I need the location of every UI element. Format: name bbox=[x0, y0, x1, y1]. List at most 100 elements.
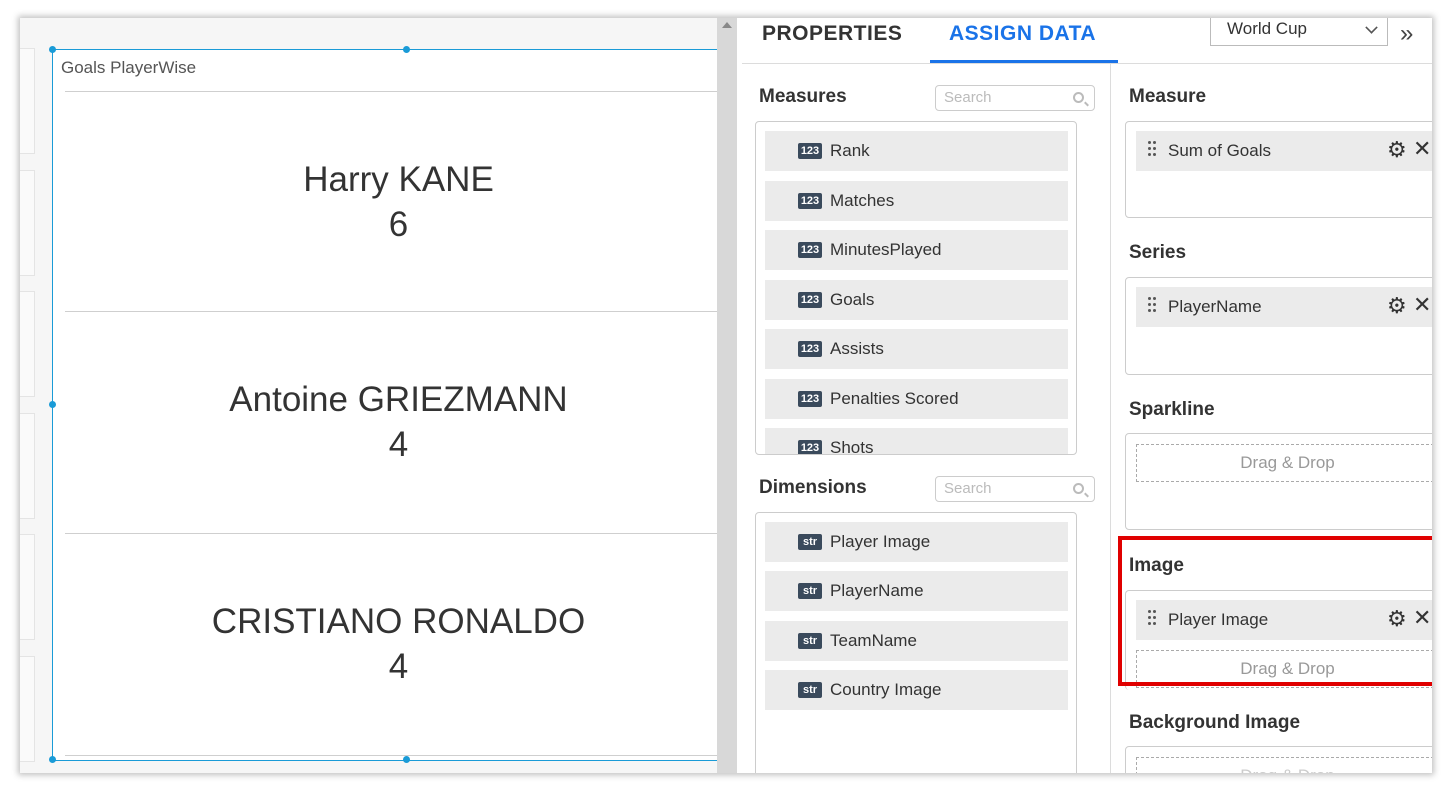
ghost-widget bbox=[20, 534, 35, 640]
dashboard-designer: Goals PlayerWise Harry KANE 6 Antoine GR… bbox=[20, 18, 1432, 773]
ghost-widget bbox=[20, 656, 35, 762]
kpi-card[interactable]: Antoine GRIEZMANN 4 bbox=[65, 311, 717, 533]
card-goal-value: 4 bbox=[388, 647, 409, 686]
drag-drop-zone[interactable]: Drag & Drop bbox=[1136, 444, 1432, 482]
list-item[interactable]: 123 Goals bbox=[765, 280, 1068, 320]
card-player-name: CRISTIANO RONALDO bbox=[211, 602, 586, 641]
tabs-divider bbox=[742, 63, 1432, 64]
design-canvas: Goals PlayerWise Harry KANE 6 Antoine GR… bbox=[20, 18, 717, 773]
drag-drop-zone[interactable]: Drag & Drop bbox=[1136, 757, 1432, 773]
field-label: Goals bbox=[830, 290, 875, 309]
resize-handle[interactable] bbox=[403, 46, 410, 53]
measures-list[interactable]: 123 Rank 123 Matches 123 MinutesPlayed 123 G… bbox=[755, 121, 1077, 455]
resize-handle[interactable] bbox=[403, 756, 410, 763]
sparkline-well-title: Sparkline bbox=[1129, 399, 1215, 420]
highlight-box bbox=[1118, 536, 1432, 686]
number-type-icon: 123 bbox=[798, 143, 822, 159]
list-item[interactable]: str Player Image bbox=[765, 522, 1068, 562]
resize-handle[interactable] bbox=[49, 46, 56, 53]
string-type-icon: str bbox=[798, 682, 822, 698]
string-type-icon: str bbox=[798, 633, 822, 649]
field-label: Player Image bbox=[830, 532, 931, 551]
field-label: TeamName bbox=[830, 631, 917, 650]
field-label: Assists bbox=[830, 339, 884, 358]
field-label: PlayerName bbox=[830, 581, 924, 600]
kpi-card[interactable]: Harry KANE 6 bbox=[65, 91, 717, 311]
search-icon bbox=[1073, 483, 1084, 494]
dimensions-title: Dimensions bbox=[759, 477, 867, 498]
tab-properties[interactable]: PROPERTIES bbox=[762, 22, 902, 46]
series-chip[interactable]: PlayerName ⚙ ✕ bbox=[1136, 287, 1432, 327]
series-drop-area[interactable]: PlayerName ⚙ ✕ bbox=[1125, 277, 1432, 375]
card-player-name: Harry KANE bbox=[303, 160, 494, 199]
resize-handle[interactable] bbox=[49, 401, 56, 408]
dimensions-list[interactable]: str Player Image str PlayerName str TeamNam… bbox=[755, 512, 1077, 773]
column-divider bbox=[1110, 64, 1111, 773]
list-item[interactable]: 123 MinutesPlayed bbox=[765, 230, 1068, 270]
tab-assign-data[interactable]: ASSIGN DATA bbox=[949, 22, 1096, 46]
chip-label: Sum of Goals bbox=[1168, 141, 1271, 160]
drag-grip-icon[interactable] bbox=[1148, 297, 1156, 315]
number-type-icon: 123 bbox=[798, 391, 822, 407]
list-item[interactable]: 123 Shots bbox=[765, 428, 1068, 455]
canvas-scrollbar[interactable] bbox=[717, 18, 737, 773]
card-divider bbox=[65, 755, 717, 756]
field-label: Shots bbox=[830, 438, 874, 455]
field-label: Rank bbox=[830, 141, 870, 160]
list-item[interactable]: 123 Penalties Scored bbox=[765, 379, 1068, 419]
list-item[interactable]: str TeamName bbox=[765, 621, 1068, 661]
field-label: Matches bbox=[830, 191, 895, 210]
measures-search-input[interactable]: Search bbox=[935, 85, 1095, 111]
close-icon[interactable]: ✕ bbox=[1413, 294, 1431, 316]
background-image-well-title: Background Image bbox=[1129, 712, 1301, 733]
scroll-up-icon[interactable] bbox=[722, 22, 732, 28]
list-item[interactable]: 123 Matches bbox=[765, 181, 1068, 221]
chevron-down-icon bbox=[1365, 21, 1378, 34]
search-icon bbox=[1073, 92, 1084, 103]
list-item[interactable]: str Country Image bbox=[765, 670, 1068, 710]
gear-icon[interactable]: ⚙ bbox=[1387, 295, 1407, 317]
list-item[interactable]: 123 Rank bbox=[765, 131, 1068, 171]
card-player-name: Antoine GRIEZMANN bbox=[229, 380, 568, 419]
series-well-title: Series bbox=[1129, 242, 1187, 263]
card-goal-value: 4 bbox=[388, 425, 409, 464]
measure-well-title: Measure bbox=[1129, 86, 1207, 107]
drag-grip-icon[interactable] bbox=[1148, 141, 1156, 159]
string-type-icon: str bbox=[798, 534, 822, 550]
ghost-widget bbox=[20, 291, 35, 397]
card-goal-value: 6 bbox=[388, 205, 409, 244]
number-type-icon: 123 bbox=[798, 193, 822, 209]
search-placeholder: Search bbox=[944, 480, 992, 497]
list-item[interactable]: 123 Assists bbox=[765, 329, 1068, 369]
widget-title: Goals PlayerWise bbox=[61, 58, 197, 77]
string-type-icon: str bbox=[798, 583, 822, 599]
properties-panel: PROPERTIES ASSIGN DATA World Cup » Measu… bbox=[742, 18, 1432, 773]
kpi-card[interactable]: CRISTIANO RONALDO 4 bbox=[65, 533, 717, 755]
field-label: Country Image bbox=[830, 680, 942, 699]
number-type-icon: 123 bbox=[798, 292, 822, 308]
gear-icon[interactable]: ⚙ bbox=[1387, 139, 1407, 161]
measures-title: Measures bbox=[759, 86, 847, 107]
number-type-icon: 123 bbox=[798, 242, 822, 258]
number-type-icon: 123 bbox=[798, 440, 822, 454]
ghost-widget bbox=[20, 413, 35, 519]
card-widget[interactable]: Goals PlayerWise Harry KANE 6 Antoine GR… bbox=[52, 49, 717, 761]
measure-chip[interactable]: Sum of Goals ⚙ ✕ bbox=[1136, 131, 1432, 171]
ghost-widget bbox=[20, 48, 35, 154]
field-label: Penalties Scored bbox=[830, 389, 959, 408]
chip-label: PlayerName bbox=[1168, 297, 1262, 316]
measure-drop-area[interactable]: Sum of Goals ⚙ ✕ bbox=[1125, 121, 1432, 218]
close-icon[interactable]: ✕ bbox=[1413, 138, 1431, 160]
search-placeholder: Search bbox=[944, 89, 992, 106]
sparkline-drop-area[interactable]: Drag & Drop bbox=[1125, 433, 1432, 530]
background-image-drop-area[interactable]: Drag & Drop bbox=[1125, 746, 1432, 773]
dimensions-search-input[interactable]: Search bbox=[935, 476, 1095, 502]
resize-handle[interactable] bbox=[49, 756, 56, 763]
ghost-widget bbox=[20, 170, 35, 276]
field-label: MinutesPlayed bbox=[830, 240, 942, 259]
number-type-icon: 123 bbox=[798, 341, 822, 357]
collapse-panel-icon[interactable]: » bbox=[1400, 20, 1413, 48]
datasource-value: World Cup bbox=[1227, 19, 1307, 38]
list-item[interactable]: str PlayerName bbox=[765, 571, 1068, 611]
datasource-dropdown[interactable]: World Cup bbox=[1210, 18, 1388, 46]
